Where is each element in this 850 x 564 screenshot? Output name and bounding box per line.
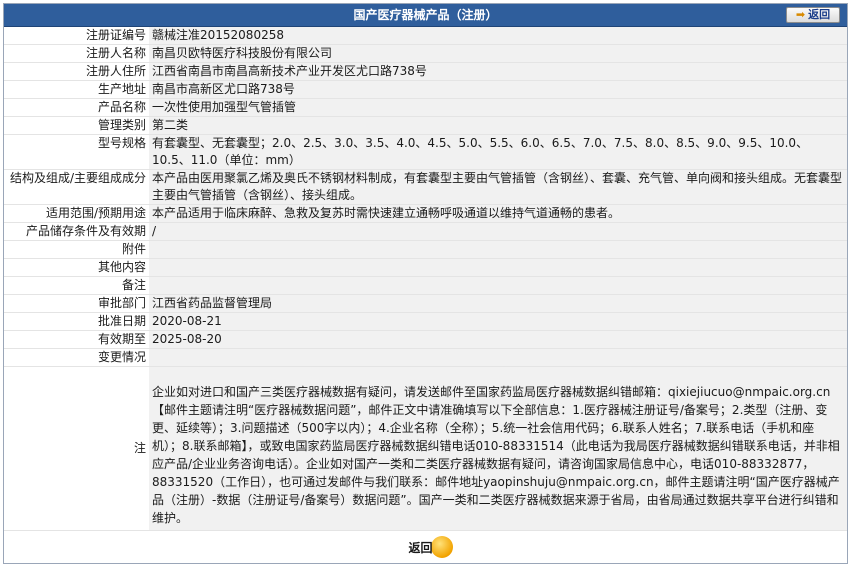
field-value: 江西省药品监督管理局 [149,294,847,313]
field-row: 变更情况 [4,348,847,367]
field-value: 第二类 [149,116,847,135]
field-row: 管理类别 第二类 [4,116,847,135]
field-label: 备注 [4,276,149,295]
page-title: 国产医疗器械产品（注册） [353,8,498,22]
field-label: 附件 [4,240,149,259]
field-label: 产品储存条件及有效期 [4,222,149,241]
field-value: 江西省南昌市南昌高新技术产业开发区尤口路738号 [149,62,847,81]
field-label: 审批部门 [4,294,149,313]
record-panel: 国产医疗器械产品（注册） ➡ 返回 注册证编号 赣械注准20152080258 注册… [3,3,848,564]
orange-circle-icon [430,536,453,558]
field-label: 产品名称 [4,98,149,117]
field-row: 审批部门 江西省药品监督管理局 [4,294,847,313]
field-value: 赣械注准20152080258 [149,27,847,45]
footer: 返回 [4,531,847,563]
field-value [149,240,847,259]
field-row: 附件 [4,240,847,259]
field-label: 批准日期 [4,312,149,331]
field-row: 注册人住所 江西省南昌市南昌高新技术产业开发区尤口路738号 [4,62,847,81]
field-value: / [149,222,847,241]
record-table: 注册证编号 赣械注准20152080258 注册人名称 南昌贝欧特医疗科技股份有限公司… [4,27,847,531]
field-label: 结构及组成/主要组成成分 [4,169,149,205]
field-value: 南昌市高新区尤口路738号 [149,80,847,99]
field-row: 结构及组成/主要组成成分 本产品由医用聚氯乙烯及奥氏不锈钢材料制成，有套囊型主要由… [4,169,847,205]
field-row: 注册证编号 赣械注准20152080258 [4,27,847,45]
field-label: 有效期至 [4,330,149,349]
note-text: 企业如对进口和国产三类医疗器械数据有疑问，请发送邮件至国家药监局医疗器械数据纠错… [149,366,847,531]
field-label: 适用范围/预期用途 [4,204,149,223]
back-button-bottom-label: 返回 [408,540,433,555]
field-value [149,276,847,295]
field-row: 型号规格 有套囊型、无套囊型；2.0、2.5、3.0、3.5、4.0、4.5、5.… [4,134,847,170]
field-value: 有套囊型、无套囊型；2.0、2.5、3.0、3.5、4.0、4.5、5.0、5.… [149,134,847,170]
field-label: 变更情况 [4,348,149,367]
field-value: 本产品适用于临床麻醉、急救及复苏时需快速建立通畅呼吸通道以维持气道通畅的患者。 [149,204,847,223]
field-value [149,258,847,277]
field-row: 有效期至 2025-08-20 [4,330,847,349]
field-row: 产品名称 一次性使用加强型气管插管 [4,98,847,117]
field-row: 产品储存条件及有效期 / [4,222,847,241]
field-row: 备注 [4,276,847,295]
field-label: 注册人名称 [4,44,149,63]
field-label: 其他内容 [4,258,149,277]
field-label: 注册人住所 [4,62,149,81]
back-button-bottom[interactable]: 返回 [399,536,453,558]
title-bar: 国产医疗器械产品（注册） ➡ 返回 [4,4,847,27]
field-row: 批准日期 2020-08-21 [4,312,847,331]
back-button-top[interactable]: ➡ 返回 [786,7,840,23]
field-value: 2020-08-21 [149,312,847,331]
field-label: 型号规格 [4,134,149,170]
field-label: 管理类别 [4,116,149,135]
field-label: 注册证编号 [4,27,149,45]
field-value: 2025-08-20 [149,330,847,349]
field-row: 适用范围/预期用途 本产品适用于临床麻醉、急救及复苏时需快速建立通畅呼吸通道以维持… [4,204,847,223]
field-row: 生产地址 南昌市高新区尤口路738号 [4,80,847,99]
field-row: 其他内容 [4,258,847,277]
note-row: 注企业如对进口和国产三类医疗器械数据有疑问，请发送邮件至国家药监局医疗器械数据纠… [4,366,847,531]
field-value [149,348,847,367]
field-value: 南昌贝欧特医疗科技股份有限公司 [149,44,847,63]
field-value: 本产品由医用聚氯乙烯及奥氏不锈钢材料制成，有套囊型主要由气管插管（含钢丝）、套囊… [149,169,847,205]
back-button-top-label: 返回 [808,8,831,21]
field-value: 一次性使用加强型气管插管 [149,98,847,117]
right-arrow-icon: ➡ [795,8,806,21]
field-label: 生产地址 [4,80,149,99]
field-row: 注册人名称 南昌贝欧特医疗科技股份有限公司 [4,44,847,63]
note-label: 注 [4,366,149,531]
